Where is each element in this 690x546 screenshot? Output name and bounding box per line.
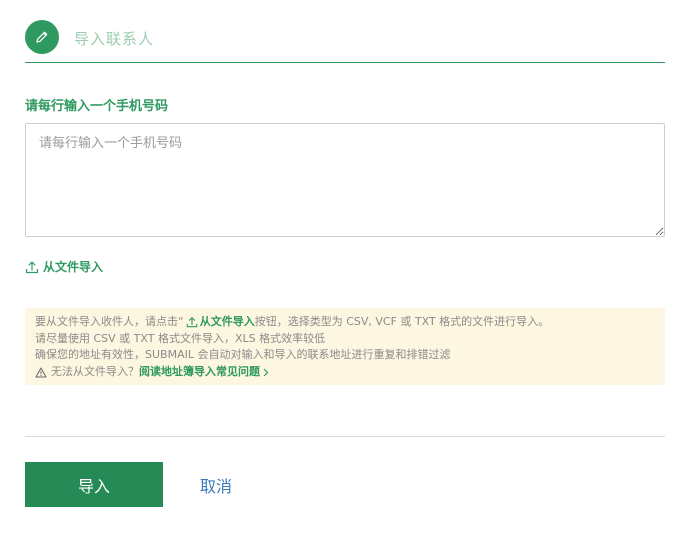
faq-link[interactable]: 阅读地址簿导入常见问题 [139,364,269,381]
page-header: 导入联系人 [25,20,665,63]
tip-line-4: 无法从文件导入？ 阅读地址簿导入常见问题 [35,364,655,381]
upload-icon [186,316,198,328]
tip-line-3: 确保您的地址有效性，SUBMAIL 会自动对输入和导入的联系地址进行重复和排错过… [35,348,451,362]
warning-icon [35,367,47,378]
import-tips-box: 要从文件导入收件人，请点击“ 从文件导入 按钮，选择类型为 CSV, VCF 或… [25,308,665,385]
cancel-button[interactable]: 取消 [190,462,242,507]
pencil-icon [25,20,59,54]
import-from-file-label: 从文件导入 [43,260,104,274]
tip-file-import-link[interactable]: 从文件导入 [200,314,255,331]
import-from-file-button[interactable]: 从文件导入 [25,258,103,275]
tip-line-1-prefix: 要从文件导入收件人，请点击“ [35,315,184,328]
tip-line-1: 要从文件导入收件人，请点击“ 从文件导入 按钮，选择类型为 CSV, VCF 或… [35,314,655,331]
upload-icon [25,260,39,274]
page-title: 导入联系人 [74,30,155,48]
phone-numbers-textarea[interactable] [25,123,665,237]
import-button[interactable]: 导入 [25,462,163,507]
chevron-right-icon [263,368,269,377]
faq-link-label: 阅读地址簿导入常见问题 [139,365,260,379]
tip-line-4-prefix: 无法从文件导入？ [51,365,139,379]
tip-line-1-suffix: 按钮，选择类型为 CSV, VCF 或 TXT 格式的文件进行导入。 [254,315,550,328]
phone-input-label: 请每行输入一个手机号码 [25,99,169,114]
divider [25,436,665,437]
tip-line-2: 请尽量使用 CSV 或 TXT 格式文件导入，XLS 格式效率较低 [35,331,326,345]
